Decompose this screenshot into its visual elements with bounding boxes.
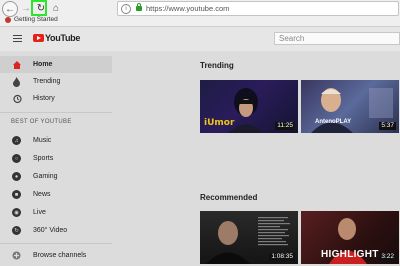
search-placeholder: Search: [279, 34, 305, 43]
youtube-header: YouTube Search: [0, 27, 400, 51]
history-icon: [11, 93, 22, 104]
sidebar-item-history[interactable]: History: [0, 90, 112, 107]
sidebar-item-label: History: [33, 95, 55, 102]
sidebar-item-live[interactable]: ◉ Live: [0, 204, 112, 221]
sidebar-item-label: Sports: [33, 155, 54, 162]
sidebar-divider: [0, 243, 112, 244]
lock-icon: [136, 3, 142, 11]
sidebar-item-music[interactable]: ♫ Music: [0, 132, 112, 149]
music-icon: ♫: [11, 135, 22, 146]
recommended-title: Recommended: [200, 193, 258, 202]
sidebar-item-trending[interactable]: Trending: [0, 73, 112, 90]
video-duration: 5:37: [379, 122, 396, 130]
sidebar-item-browse-channels[interactable]: Browse channels: [0, 247, 112, 264]
sidebar-item-label: Live: [33, 209, 46, 216]
section-title-best-of-youtube: BEST OF YOUTUBE: [11, 119, 72, 125]
news-icon: ■: [11, 189, 22, 200]
bookmark-getting-started[interactable]: Getting Started: [5, 16, 58, 23]
video-duration: 11:25: [275, 122, 295, 130]
flame-icon: [11, 76, 22, 87]
sidebar-item-news[interactable]: ■ News: [0, 186, 112, 203]
sidebar-item-label: 360° Video: [33, 227, 68, 234]
search-input[interactable]: Search: [274, 32, 400, 45]
360-video-icon: ↻: [11, 225, 22, 236]
sidebar-item-label: Home: [33, 61, 53, 68]
video-thumbnail[interactable]: AntenoPLAY 5:37: [301, 80, 399, 133]
logo-text: YouTube: [45, 33, 81, 43]
address-bar[interactable]: i https://www.youtube.com: [117, 1, 399, 16]
sidebar-item-label: Browse channels: [33, 252, 87, 259]
sidebar-item-label: Music: [33, 137, 52, 144]
youtube-play-icon: [33, 34, 44, 42]
sidebar-item-label: Trending: [33, 78, 61, 85]
home-icon: [11, 59, 22, 70]
sidebar: Home Trending History BEST OF YOUTUBE ♫ …: [0, 51, 112, 266]
sidebar-item-360-video[interactable]: ↻ 360° Video: [0, 222, 112, 239]
reload-button[interactable]: ↻: [34, 1, 48, 15]
plus-icon: [11, 250, 22, 261]
home-button[interactable]: ⌂: [49, 1, 63, 15]
bookmark-label: Getting Started: [14, 16, 58, 23]
menu-icon[interactable]: [13, 35, 22, 42]
thumbnail-overlay-text: AntenoPLAY: [315, 119, 352, 125]
live-icon: ◉: [11, 207, 22, 218]
thumbnail-overlay-text: HIGHLIGHT: [321, 249, 379, 260]
sidebar-item-gaming[interactable]: ● Gaming: [0, 168, 112, 185]
video-thumbnail[interactable]: HIGHLIGHT 3:22: [301, 211, 399, 264]
info-icon[interactable]: i: [121, 3, 131, 14]
back-button[interactable]: ←: [2, 1, 18, 17]
video-thumbnail[interactable]: iUmor 11:25: [200, 80, 298, 133]
gaming-icon: ●: [11, 171, 22, 182]
youtube-logo[interactable]: YouTube: [33, 33, 80, 43]
browser-toolbar: ← → ↻ ⌂ i https://www.youtube.com Gettin…: [0, 0, 400, 27]
thumbnail-overlay-text: iUmor: [204, 118, 235, 128]
sidebar-item-label: Gaming: [33, 173, 58, 180]
bookmark-icon: [5, 16, 11, 23]
video-duration: 1:08:35: [269, 253, 295, 261]
sports-icon: ○: [11, 153, 22, 164]
sidebar-item-label: News: [33, 191, 51, 198]
sidebar-divider: [0, 112, 112, 113]
video-thumbnail[interactable]: 1:08:35: [200, 211, 298, 264]
sidebar-item-sports[interactable]: ○ Sports: [0, 150, 112, 167]
sidebar-item-home[interactable]: Home: [0, 56, 112, 73]
video-duration: 3:22: [379, 253, 396, 261]
trending-title: Trending: [200, 61, 234, 70]
url-text: https://www.youtube.com: [146, 4, 230, 13]
